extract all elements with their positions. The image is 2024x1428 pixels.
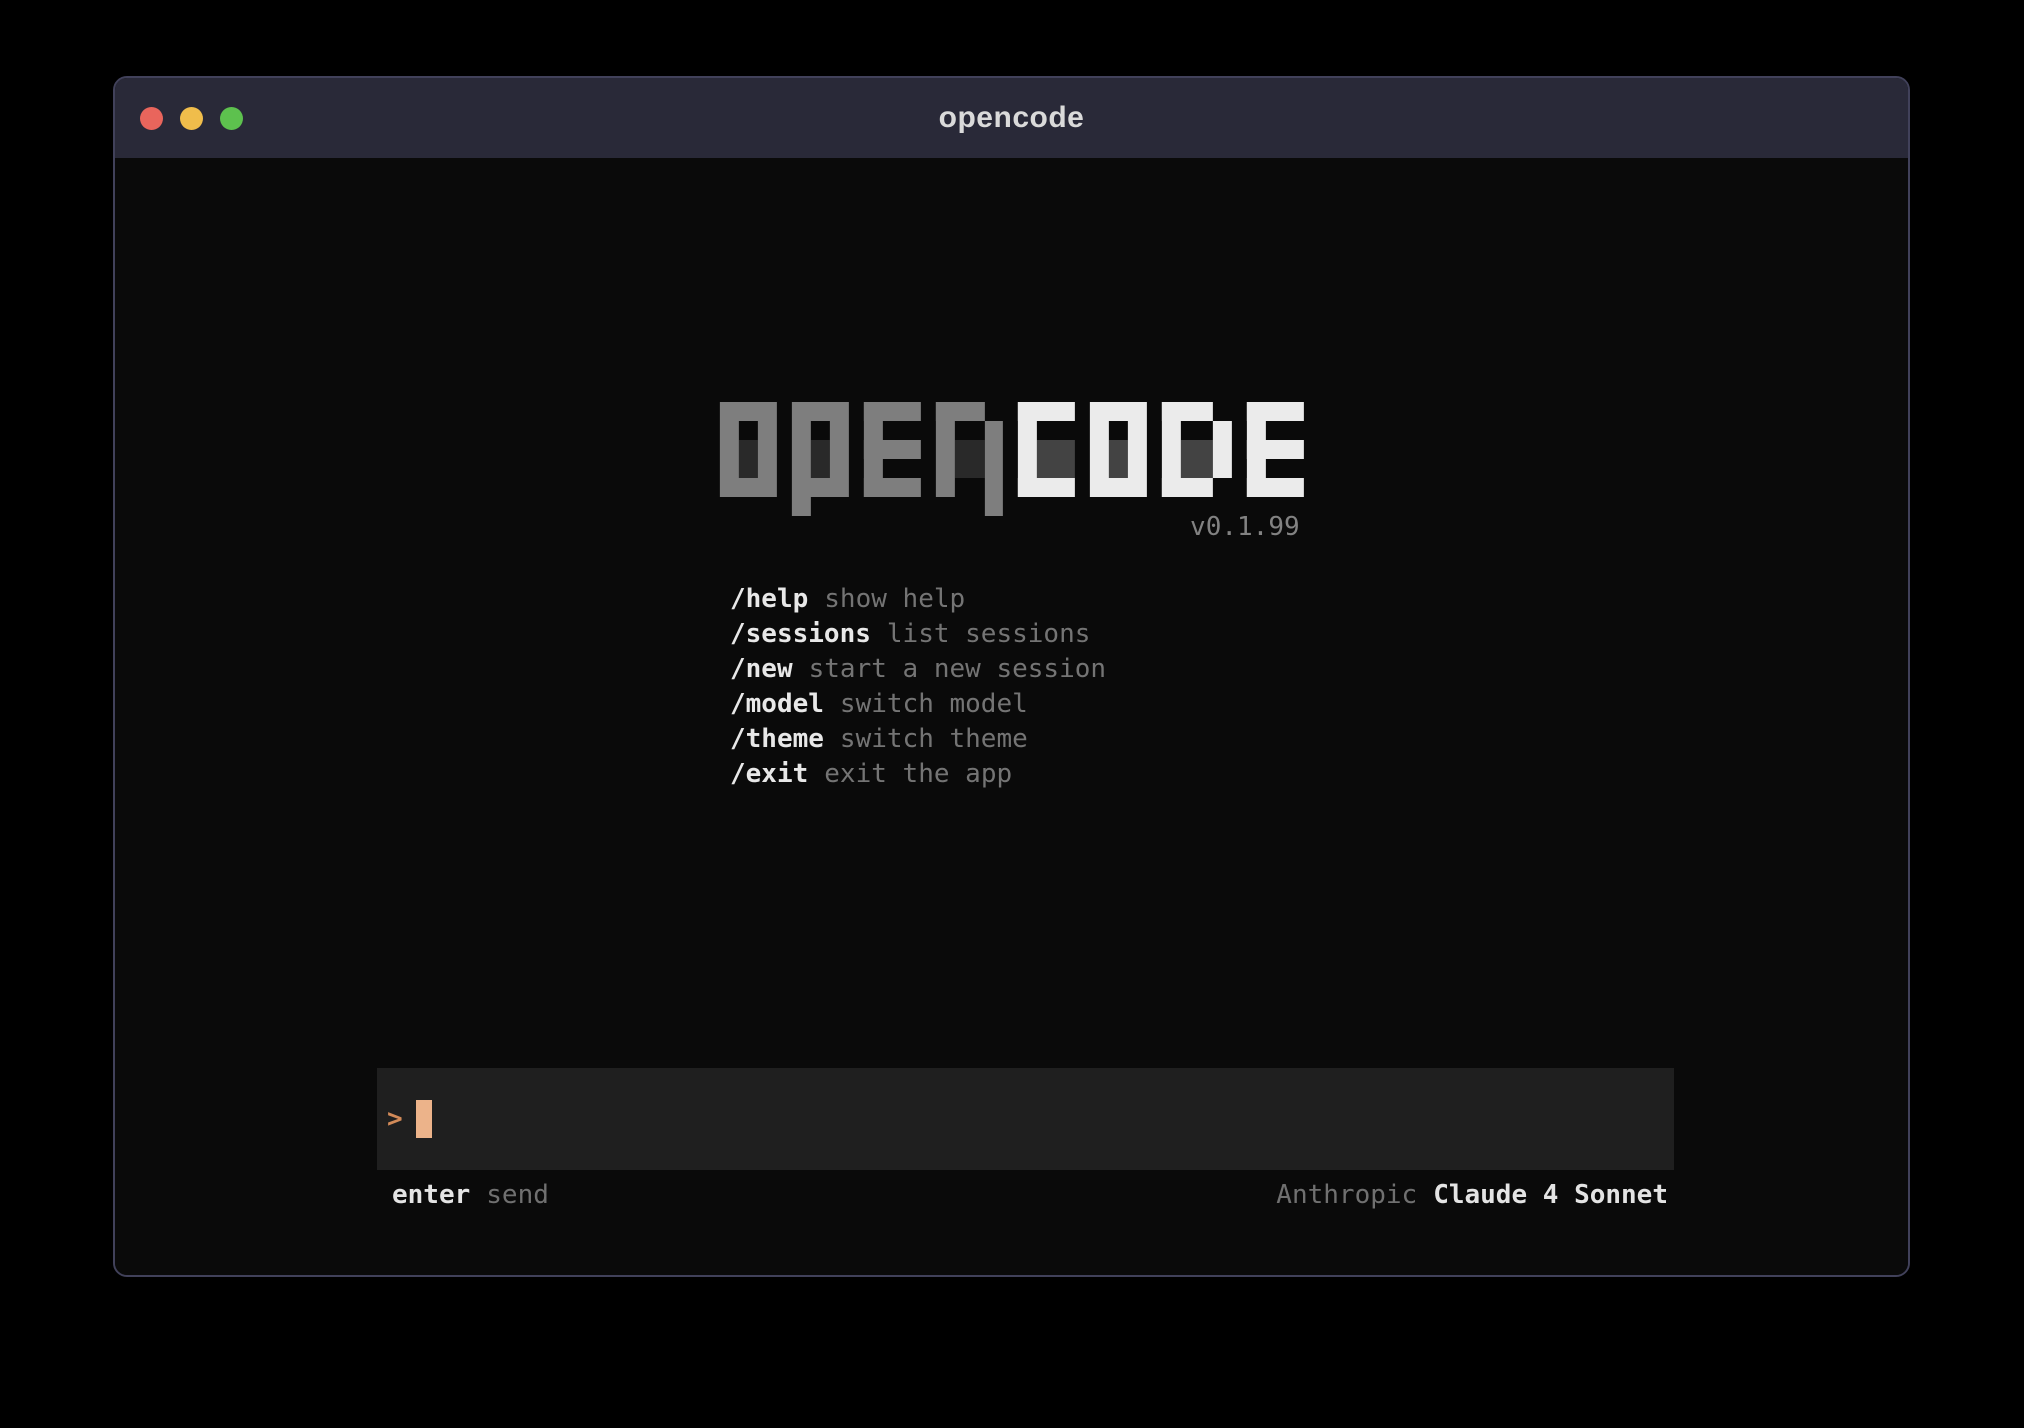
logo-pixel [1247,402,1266,497]
logo-pixel [719,421,738,478]
model-name: Claude 4 Sonnet [1433,1180,1668,1210]
command-name: /new [730,652,793,687]
command-name: /model [730,687,824,722]
command-item: /sessions list sessions [730,617,1106,652]
model-provider: Anthropic [1276,1180,1417,1210]
logo-pixel [757,421,776,478]
logo-pixel [1090,402,1147,421]
text-cursor [416,1100,432,1138]
command-description: switch theme [840,722,1028,757]
command-description: list sessions [887,617,1091,652]
command-item: /theme switch theme [730,722,1106,757]
logo-pixel [792,421,811,478]
logo-pixel [830,421,849,478]
logo-pixel [792,402,849,421]
logo-pixel [1090,421,1109,478]
logo-pixel [936,402,985,421]
logo-pixel [1109,440,1128,478]
key-hint-key: enter [392,1180,470,1210]
logo-block: v0.1.99 [719,402,1303,542]
command-name: /theme [730,722,824,757]
version-label: v0.1.99 [719,512,1303,542]
command-list: /help show help/sessions list sessions/new… [730,582,1106,792]
command-item: /model switch model [730,687,1106,722]
logo-pixel [738,440,757,478]
key-hint: enter send [392,1180,549,1210]
title-bar[interactable]: opencode [115,78,1908,158]
message-input[interactable]: > [377,1068,1674,1170]
logo-pixel [719,402,776,421]
minimize-button[interactable] [180,107,203,130]
command-name: /help [730,582,808,617]
close-button[interactable] [140,107,163,130]
logo-pixel [792,497,811,516]
app-window: opencode v0.1.99 /help show help/sessions… [113,76,1910,1277]
prompt-symbol: > [387,1104,403,1134]
logo [719,402,1303,497]
zoom-button[interactable] [220,107,243,130]
logo-pixel [985,421,1002,516]
command-item: /new start a new session [730,652,1106,687]
logo-pixel [792,478,849,497]
command-name: /exit [730,757,808,792]
logo-pixel [1037,440,1075,478]
logo-pixel [955,440,985,478]
prompt-line: > [387,1068,432,1170]
command-description: switch model [840,687,1028,722]
model-indicator: Anthropic Claude 4 Sonnet [1276,1180,1668,1210]
key-hint-action: send [486,1180,549,1210]
command-item: /exit exit the app [730,757,1106,792]
command-item: /help show help [730,582,1106,617]
command-name: /sessions [730,617,871,652]
logo-pixel [1090,478,1147,497]
command-description: show help [824,582,965,617]
window-title: opencode [939,101,1085,135]
logo-pixel [864,402,883,497]
logo-pixel [1162,402,1181,497]
terminal-content: v0.1.99 /help show help/sessions list sess… [115,158,1908,1277]
logo-pixel [1181,440,1213,478]
command-description: exit the app [824,757,1012,792]
logo-pixel [1213,421,1231,478]
traffic-lights [140,78,243,158]
logo-pixel [1018,402,1037,497]
status-bar: enter send Anthropic Claude 4 Sonnet [392,1180,1668,1210]
logo-pixel [719,478,776,497]
logo-pixel [811,440,830,478]
logo-pixel [1128,421,1147,478]
command-description: start a new session [809,652,1106,687]
